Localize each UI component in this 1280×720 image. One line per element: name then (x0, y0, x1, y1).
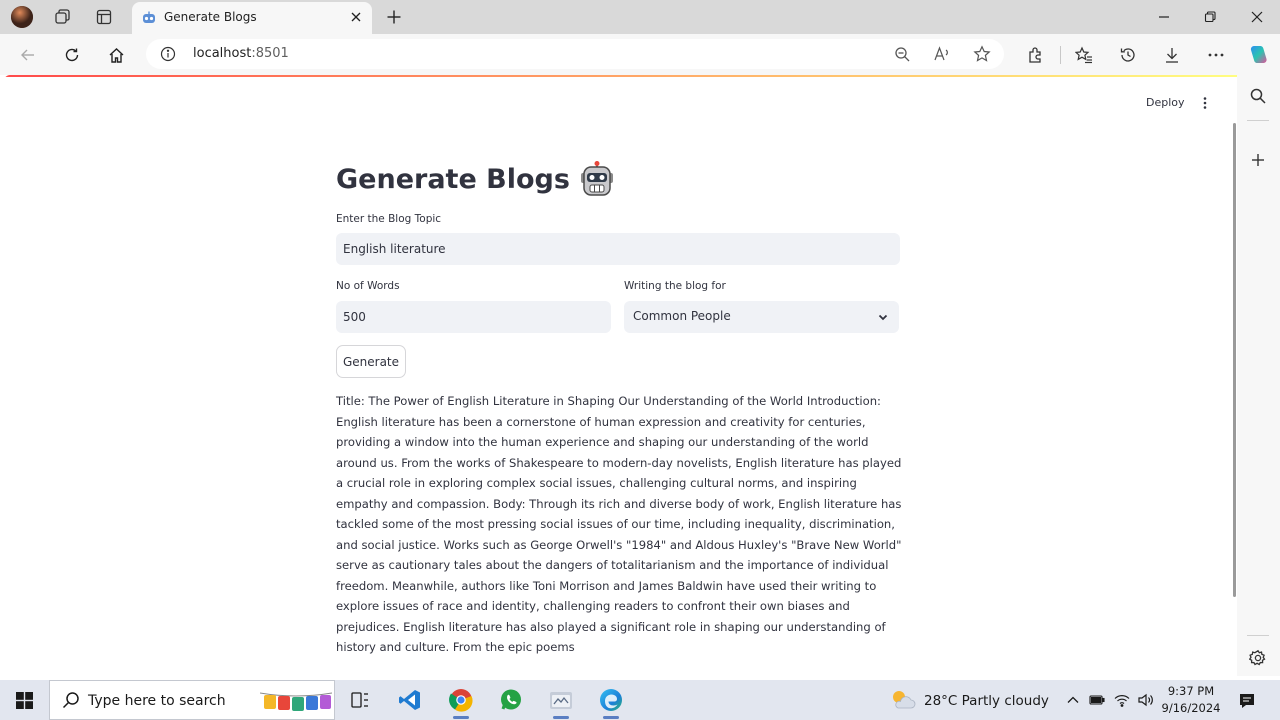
topic-label: Enter the Blog Topic (336, 213, 442, 225)
partly-cloudy-icon (890, 688, 916, 714)
web-page: Deploy Generate Blogs Enter the Blog Top… (4, 75, 1237, 676)
tab-actions-icon[interactable] (91, 5, 117, 29)
search-highlight-art-icon (259, 689, 333, 713)
volume-icon[interactable] (1136, 690, 1156, 710)
sidebar-divider (1247, 120, 1269, 121)
battery-icon[interactable] (1087, 690, 1107, 710)
favorites-icon[interactable] (1071, 42, 1097, 68)
chevron-down-icon (877, 311, 889, 326)
close-window-icon[interactable] (1245, 5, 1269, 29)
browser-toolbar: localhost:8501 (0, 34, 1280, 75)
task-view-icon[interactable] (340, 684, 380, 716)
weather-text: 28°C Partly cloudy (924, 693, 1049, 709)
words-input[interactable] (336, 301, 611, 333)
extensions-icon[interactable] (1023, 42, 1049, 68)
search-placeholder: Type here to search (88, 693, 226, 709)
words-label: No of Words (336, 280, 400, 292)
site-info-icon[interactable] (160, 46, 176, 66)
workspaces-icon[interactable] (49, 5, 75, 29)
copilot-icon[interactable] (1245, 42, 1271, 68)
show-hidden-icons-chevron-icon[interactable] (1063, 690, 1083, 710)
address-bar[interactable]: localhost:8501 (146, 39, 1004, 69)
url-host: localhost (193, 46, 252, 61)
downloads-icon[interactable] (1159, 42, 1185, 68)
generated-blog-text: Title: The Power of English Literature i… (336, 394, 902, 654)
tab-title: Generate Blogs (164, 10, 257, 24)
wifi-icon[interactable] (1112, 690, 1132, 710)
chrome-icon[interactable] (441, 684, 481, 719)
edge-icon[interactable] (591, 684, 631, 719)
sidebar-search-icon[interactable] (1247, 85, 1269, 107)
sidebar-divider-bottom (1247, 635, 1269, 636)
windows-start-icon[interactable] (0, 680, 48, 720)
favorite-star-icon[interactable] (972, 44, 992, 64)
toolbar-separator (1060, 46, 1061, 64)
browser-tab-strip: Generate Blogs (0, 0, 1280, 34)
clock-date: 9/16/2024 (1161, 701, 1221, 715)
main-menu-icon[interactable] (1196, 94, 1214, 112)
refresh-icon[interactable] (59, 42, 85, 68)
profile-avatar[interactable] (9, 5, 35, 29)
new-tab-button[interactable] (382, 5, 406, 29)
restore-window-icon[interactable] (1198, 5, 1222, 29)
settings-more-icon[interactable] (1203, 42, 1229, 68)
whatsapp-icon[interactable] (491, 684, 531, 716)
read-aloud-icon[interactable] (932, 44, 952, 64)
url-text: localhost:8501 (193, 46, 289, 61)
home-icon[interactable] (103, 42, 129, 68)
edge-sidebar (1237, 75, 1280, 676)
history-icon[interactable] (1115, 42, 1141, 68)
audience-select[interactable]: Common People (624, 301, 899, 333)
streamlit-decoration-bar (4, 75, 1237, 77)
streamlit-favicon-icon (141, 10, 157, 30)
weather-widget[interactable]: 28°C Partly cloudy (890, 688, 1049, 714)
page-title-text: Generate Blogs (336, 163, 570, 195)
url-port: :8501 (251, 46, 289, 61)
sidebar-add-icon[interactable] (1247, 149, 1269, 171)
audience-label: Writing the blog for (624, 280, 726, 292)
file-explorer-icon[interactable] (541, 684, 581, 719)
zoom-out-icon[interactable] (892, 44, 912, 64)
deploy-button[interactable]: Deploy (1142, 94, 1189, 111)
notification-center-icon[interactable] (1236, 690, 1258, 712)
page-scrollbar[interactable] (1233, 123, 1236, 597)
clock-time: 9:37 PM (1167, 684, 1215, 698)
sidebar-settings-gear-icon[interactable] (1247, 647, 1269, 669)
topic-input[interactable] (336, 233, 900, 265)
windows-taskbar: Type here to search 28°C Partly cloudy 9… (0, 680, 1280, 720)
taskbar-search-box[interactable]: Type here to search (49, 680, 335, 720)
search-icon (62, 691, 80, 713)
robot-face-icon (580, 161, 614, 197)
minimize-window-icon[interactable] (1152, 5, 1176, 29)
tab-generate-blogs[interactable]: Generate Blogs (132, 2, 372, 34)
generate-button[interactable]: Generate (336, 345, 406, 378)
tab-close-icon[interactable] (348, 9, 364, 25)
audience-selected-value: Common People (633, 309, 731, 323)
taskbar-clock[interactable]: 9:37 PM 9/16/2024 (1158, 683, 1224, 717)
vscode-icon[interactable] (390, 684, 430, 716)
page-title: Generate Blogs (336, 161, 614, 197)
back-arrow-icon[interactable] (15, 42, 41, 68)
